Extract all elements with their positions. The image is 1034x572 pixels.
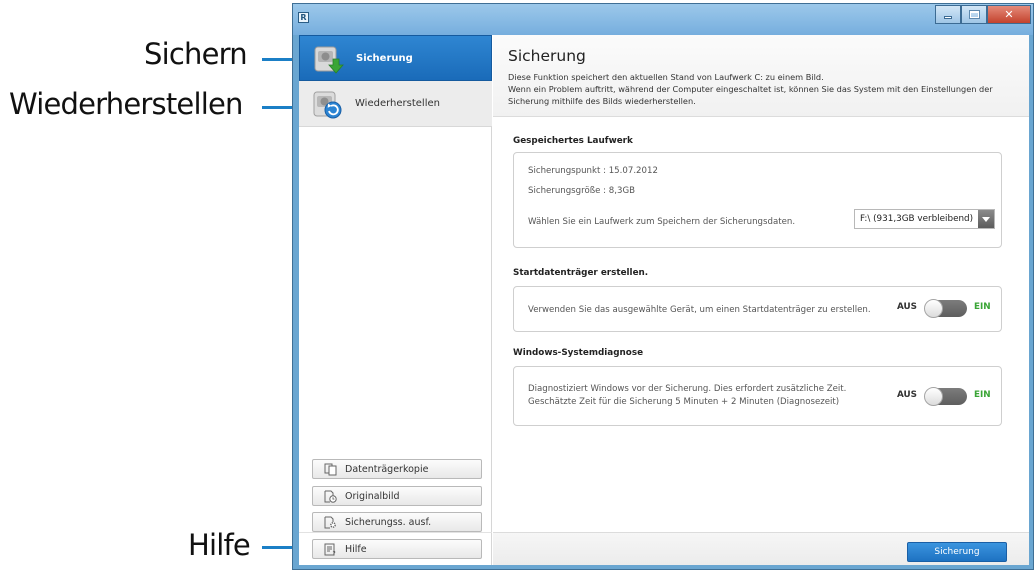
title-bar[interactable]: R ✕ bbox=[293, 4, 1033, 35]
help-button[interactable]: ? Hilfe bbox=[312, 539, 482, 559]
sidebar: Sicherung Wiederherstellen Datenträgerko… bbox=[299, 35, 492, 565]
select-drive-label: Wählen Sie ein Laufwerk zum Speichern de… bbox=[528, 217, 796, 227]
boot-media-on-label: EIN bbox=[974, 302, 991, 312]
backup-drive-icon bbox=[314, 46, 344, 74]
original-image-label: Originalbild bbox=[345, 490, 400, 502]
boot-media-box: Verwenden Sie das ausgewählte Gerät, um … bbox=[513, 286, 1002, 332]
boot-media-toggle[interactable]: AUS EIN bbox=[897, 299, 997, 319]
boot-media-text: Verwenden Sie das ausgewählte Gerät, um … bbox=[528, 305, 871, 315]
description-line-3: Sicherung mithilfe des Bilds wiederherst… bbox=[508, 96, 696, 106]
disk-copy-label: Datenträgerkopie bbox=[345, 463, 429, 475]
restore-drive-icon bbox=[313, 91, 342, 119]
original-image-button[interactable]: Originalbild bbox=[312, 486, 482, 506]
diagnosis-off-label: AUS bbox=[897, 390, 918, 400]
close-icon: ✕ bbox=[1004, 8, 1014, 21]
disk-copy-button[interactable]: Datenträgerkopie bbox=[312, 459, 482, 479]
original-image-icon bbox=[324, 490, 337, 503]
diagnosis-toggle[interactable]: AUS EIN bbox=[897, 387, 997, 407]
backup-point-text: Sicherungspunkt : 15.07.2012 bbox=[528, 166, 658, 176]
sidebar-divider bbox=[299, 532, 492, 533]
help-label: Hilfe bbox=[345, 543, 367, 555]
diagnosis-title: Windows-Systemdiagnose bbox=[513, 348, 644, 358]
screenshot-stage: Sichern Wiederherstellen Hilfe R ✕ Siche… bbox=[0, 0, 1034, 572]
callout-backup: Sichern bbox=[144, 37, 248, 71]
start-backup-button[interactable]: Sicherung bbox=[907, 542, 1007, 562]
maximize-button[interactable] bbox=[961, 5, 987, 24]
diagnosis-on-label: EIN bbox=[974, 390, 991, 400]
description-line-1: Diese Funktion speichert den aktuellen S… bbox=[508, 72, 824, 82]
backup-schedule-label: Sicherungss. ausf. bbox=[345, 516, 432, 528]
backup-schedule-button[interactable]: Sicherungss. ausf. bbox=[312, 512, 482, 532]
saved-drive-title: Gespeichertes Laufwerk bbox=[513, 136, 633, 146]
window-content: Sicherung Wiederherstellen Datenträgerko… bbox=[299, 35, 1029, 565]
drive-select[interactable]: F:\ (931,3GB verbleibend) bbox=[854, 209, 995, 229]
app-window: R ✕ Sicherung Wiederherstellen Datenträg… bbox=[292, 3, 1034, 570]
app-icon: R bbox=[298, 12, 309, 23]
saved-drive-box: Sicherungspunkt : 15.07.2012 Sicherungsg… bbox=[513, 152, 1002, 248]
maximize-icon bbox=[968, 10, 980, 19]
callout-help: Hilfe bbox=[188, 528, 251, 562]
disk-copy-icon bbox=[324, 463, 337, 476]
window-controls: ✕ bbox=[935, 5, 1031, 24]
sidebar-item-restore[interactable]: Wiederherstellen bbox=[299, 81, 492, 127]
backup-size-text: Sicherungsgröße : 8,3GB bbox=[528, 186, 635, 196]
sidebar-item-backup-label: Sicherung bbox=[356, 52, 413, 64]
diagnosis-text-line-2: Geschätzte Zeit für die Sicherung 5 Minu… bbox=[528, 397, 840, 407]
minimize-icon bbox=[944, 16, 952, 19]
diagnosis-toggle-knob[interactable] bbox=[924, 387, 943, 406]
close-button[interactable]: ✕ bbox=[987, 5, 1031, 24]
main-panel: Sicherung Diese Funktion speichert den a… bbox=[493, 35, 1029, 565]
page-header: Sicherung Diese Funktion speichert den a… bbox=[493, 35, 1029, 117]
svg-text:?: ? bbox=[333, 551, 336, 557]
callout-restore: Wiederherstellen bbox=[9, 87, 243, 121]
page-description: Diese Funktion speichert den aktuellen S… bbox=[508, 71, 1028, 107]
backup-schedule-icon bbox=[324, 516, 336, 529]
drive-select-value: F:\ (931,3GB verbleibend) bbox=[860, 214, 974, 224]
page-title: Sicherung bbox=[508, 47, 586, 65]
footer-bar: Sicherung bbox=[493, 532, 1029, 565]
diagnosis-text-line-1: Diagnostiziert Windows vor der Sicherung… bbox=[528, 384, 847, 394]
chevron-down-icon[interactable] bbox=[978, 210, 994, 228]
help-icon: ? bbox=[324, 543, 336, 557]
boot-media-off-label: AUS bbox=[897, 302, 918, 312]
boot-media-title: Startdatenträger erstellen. bbox=[513, 268, 649, 278]
boot-media-toggle-knob[interactable] bbox=[924, 299, 943, 318]
sidebar-item-backup[interactable]: Sicherung bbox=[299, 35, 492, 81]
sidebar-item-restore-label: Wiederherstellen bbox=[355, 98, 440, 109]
description-line-2: Wenn ein Problem auftritt, während der C… bbox=[508, 84, 993, 94]
minimize-button[interactable] bbox=[935, 5, 961, 24]
diagnosis-box: Diagnostiziert Windows vor der Sicherung… bbox=[513, 366, 1002, 426]
